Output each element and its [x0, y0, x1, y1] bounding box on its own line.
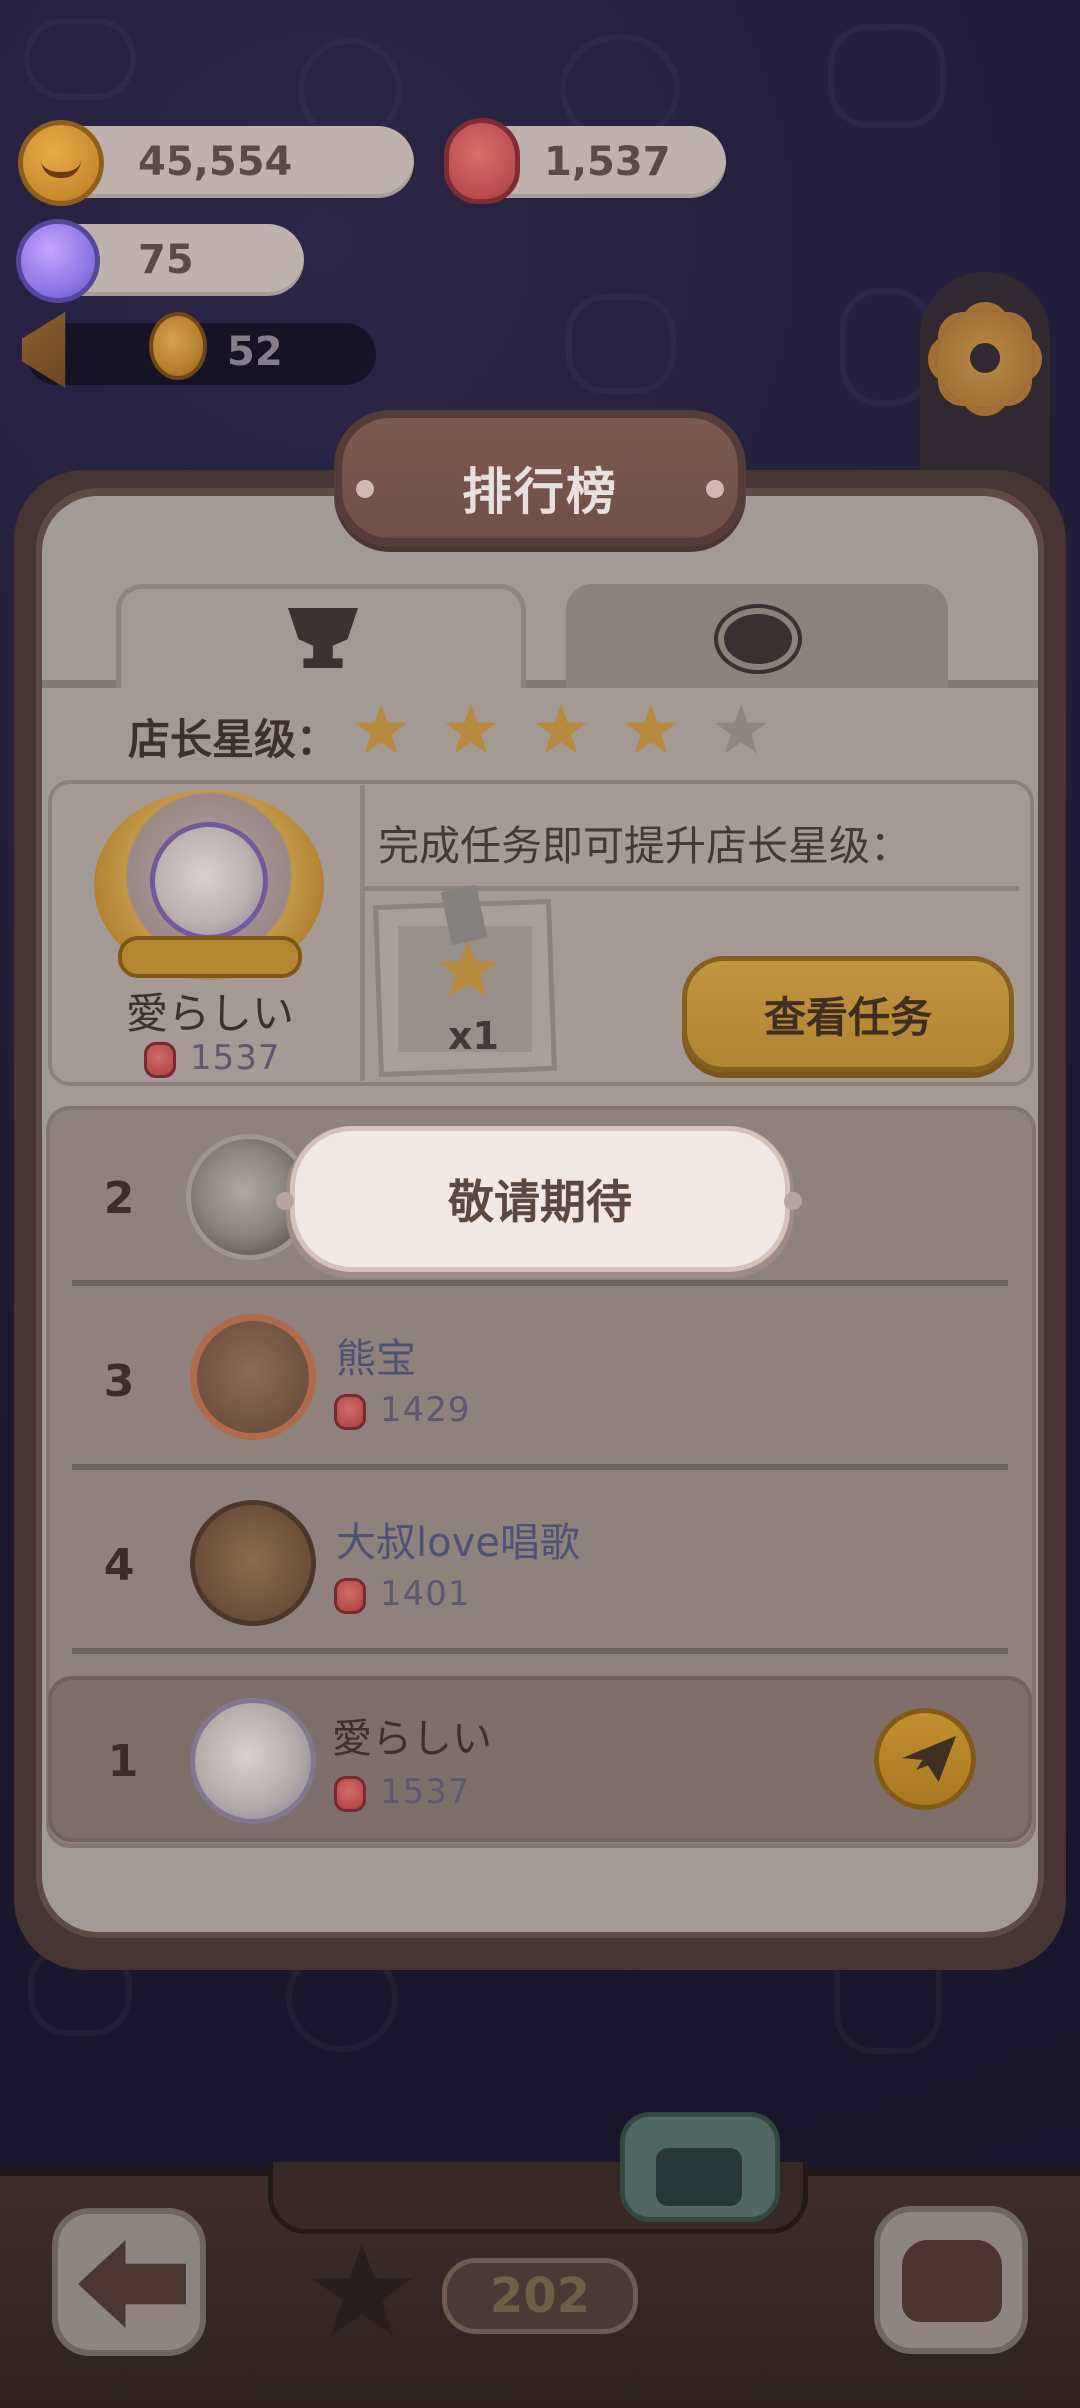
- profile-name: 愛らしい: [125, 989, 294, 1038]
- player-score: 1429: [380, 1390, 471, 1430]
- profile-score: 1537: [190, 1038, 281, 1078]
- sofa-icon: [902, 2240, 1002, 2322]
- view-tasks-button[interactable]: 查看任务: [682, 956, 1014, 1072]
- rank-number: 1: [107, 1736, 139, 1787]
- candy-icon: [16, 219, 100, 303]
- announcement-count: 52: [227, 329, 283, 375]
- avatar[interactable]: [190, 1500, 316, 1626]
- level-counter: 202: [442, 2258, 638, 2334]
- rank-number: 2: [103, 1173, 135, 1224]
- berry-icon: [334, 1578, 366, 1614]
- leaderboard-screen: 45,554 1,537 75 52 排行榜 店长星级： 愛らしい 1537 完…: [0, 0, 1080, 2408]
- toast-dot-left: [276, 1192, 294, 1210]
- current-user-name: 愛らしい: [332, 1716, 492, 1762]
- sun-mascot-icon: [149, 312, 207, 380]
- gear-hole: [970, 343, 1000, 373]
- avatar: [150, 822, 268, 940]
- background-doodle: [566, 294, 676, 394]
- page-title: 排行榜: [462, 463, 618, 521]
- coming-soon-toast: 敬请期待: [290, 1126, 790, 1272]
- candy-count: 75: [138, 237, 194, 283]
- row-divider: [72, 1648, 1008, 1654]
- berry-icon: [444, 118, 520, 204]
- paper-plane-screen-icon: [656, 2148, 742, 2206]
- toast-dot-right: [784, 1192, 802, 1210]
- avatar-ribbon: [118, 936, 302, 978]
- player-score: 1401: [380, 1574, 471, 1614]
- background-doodle: [24, 18, 136, 100]
- reward-count: x1: [448, 1014, 499, 1058]
- player-name: 大叔love唱歌: [336, 1520, 580, 1566]
- profile-divider-vertical: [360, 785, 365, 1081]
- avatar[interactable]: [190, 1314, 316, 1440]
- manager-star-label: 店长星级：: [128, 715, 339, 764]
- row-divider: [72, 1464, 1008, 1470]
- background-doodle: [828, 24, 946, 128]
- avatar[interactable]: [190, 1698, 316, 1824]
- rank-number: 3: [103, 1356, 135, 1407]
- player-name: 熊宝: [336, 1336, 416, 1382]
- background-doodle: [840, 288, 932, 406]
- berry-icon: [334, 1394, 366, 1430]
- row-divider: [72, 1280, 1008, 1286]
- planet-icon: [724, 614, 792, 664]
- berry-count: 1,537: [544, 139, 671, 185]
- rank-number: 4: [103, 1540, 135, 1591]
- task-description: 完成任务即可提升店长星级：: [378, 822, 911, 870]
- coin-count: 45,554: [138, 139, 293, 185]
- berry-icon: [144, 1042, 176, 1078]
- berry-icon: [334, 1776, 366, 1812]
- current-user-score: 1537: [380, 1772, 471, 1812]
- cookie-coin-icon: [18, 120, 104, 206]
